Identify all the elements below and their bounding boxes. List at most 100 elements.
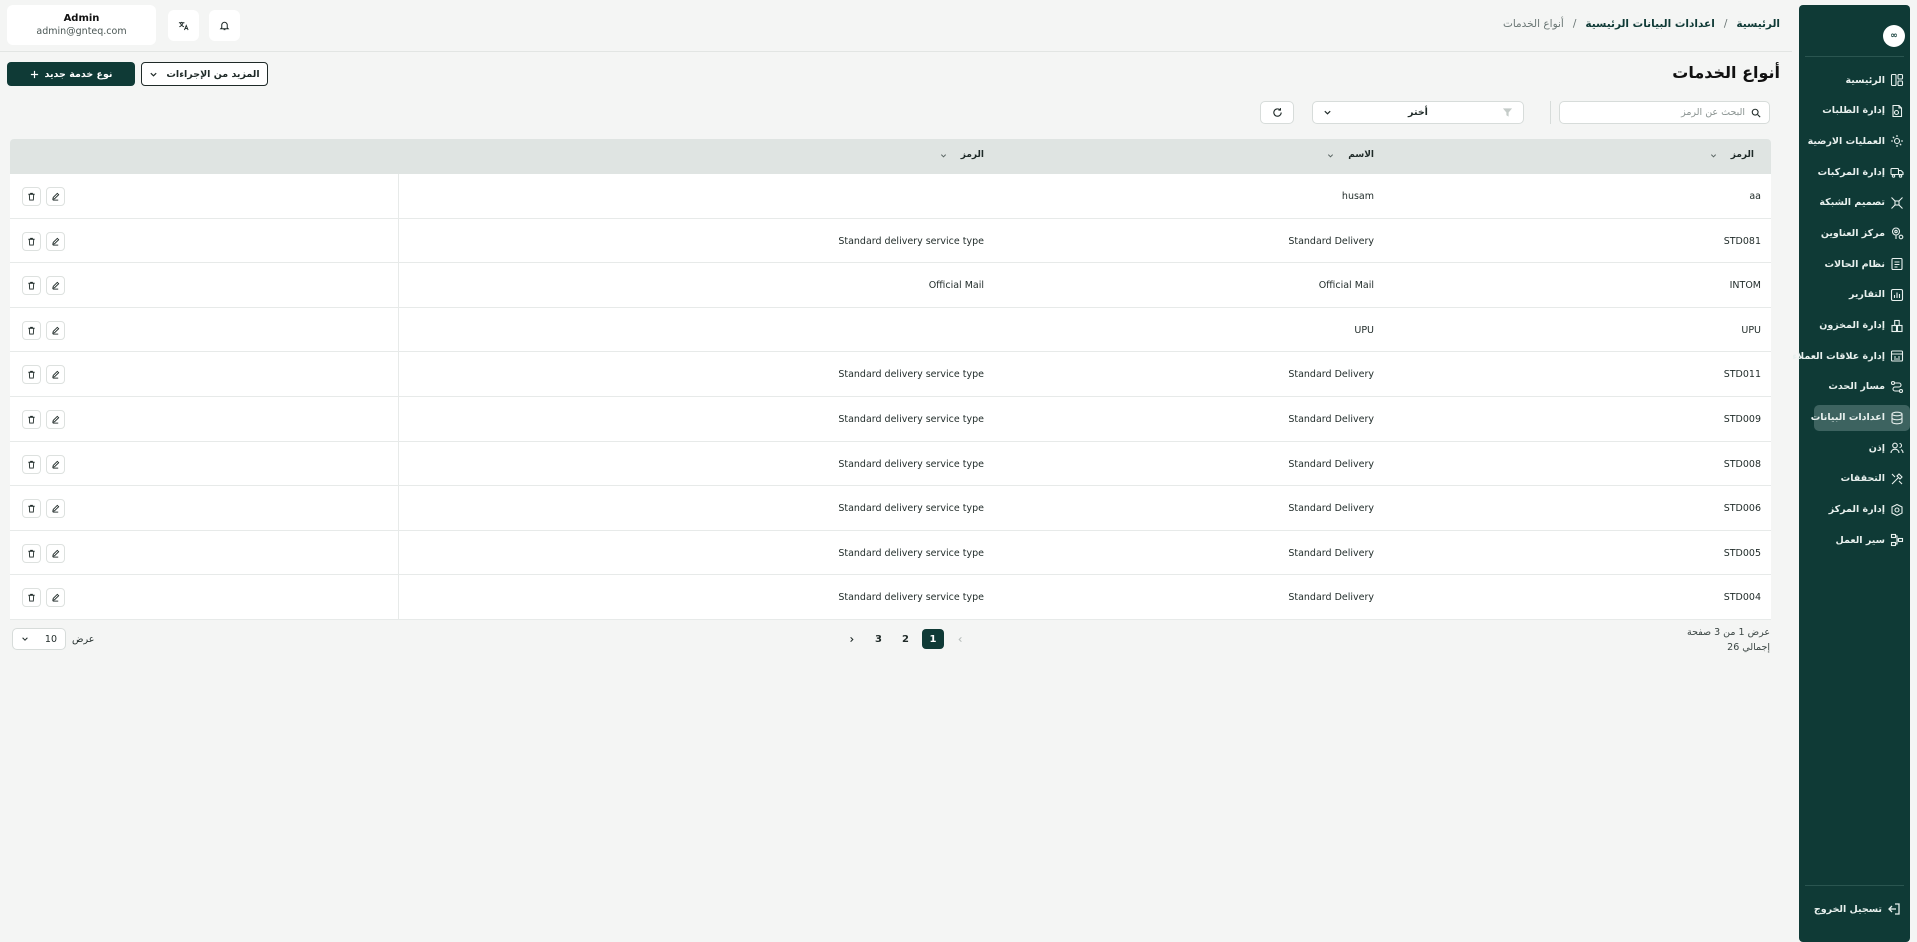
column-header-name[interactable]: الاسم bbox=[1327, 150, 1374, 160]
edit-button[interactable] bbox=[46, 187, 65, 206]
sidebar-item[interactable]: إذن bbox=[1814, 435, 1910, 461]
chevron-down-icon bbox=[22, 637, 28, 641]
sidebar-item-label: التحققات bbox=[1840, 473, 1885, 485]
logout-button[interactable]: تسجيل الخروج bbox=[1811, 898, 1907, 920]
pagination-page-info: عرض 1 من 3 صفحة bbox=[1686, 627, 1770, 638]
cell-code: STD009 bbox=[1723, 413, 1761, 425]
delete-button[interactable] bbox=[22, 588, 41, 608]
sort-icon bbox=[1710, 153, 1716, 157]
column-header-code[interactable]: الرمز bbox=[1710, 150, 1754, 160]
page-2-button[interactable]: 2 bbox=[892, 629, 919, 649]
edit-button[interactable] bbox=[46, 588, 65, 608]
delete-button[interactable] bbox=[22, 543, 41, 563]
column-divider bbox=[398, 263, 399, 307]
sidebar-item[interactable]: تصميم الشبكة bbox=[1814, 190, 1910, 216]
sidebar-item[interactable]: اعدادات البيانات bbox=[1811, 404, 1910, 431]
filter-select[interactable]: أختر bbox=[1312, 101, 1524, 124]
chevron-left-icon bbox=[958, 636, 962, 642]
language-button[interactable] bbox=[168, 10, 199, 41]
notifications-button[interactable] bbox=[209, 10, 240, 41]
edit-button[interactable] bbox=[46, 543, 65, 563]
edit-button[interactable] bbox=[46, 409, 65, 429]
cell-description: Standard delivery service type bbox=[838, 369, 984, 381]
column-divider bbox=[398, 307, 399, 352]
cell-name: Official Mail bbox=[1318, 280, 1374, 292]
sidebar-item[interactable]: إدارة المركبات bbox=[1814, 159, 1910, 185]
sidebar-item[interactable]: إدارة علاقات العملاء bbox=[1792, 343, 1910, 369]
column-header-description[interactable]: الرمز bbox=[940, 150, 984, 160]
sidebar-item[interactable]: العمليات الارضية bbox=[1808, 128, 1910, 154]
sidebar-item[interactable]: الرئيسية bbox=[1814, 67, 1910, 93]
pencil-icon bbox=[52, 460, 60, 469]
sidebar-item-label: إدارة علاقات العملاء bbox=[1792, 350, 1885, 362]
page-1-button[interactable]: 1 bbox=[922, 629, 944, 649]
delete-button[interactable] bbox=[22, 499, 41, 519]
column-divider bbox=[398, 352, 399, 396]
database-icon bbox=[1890, 411, 1904, 425]
user-email: admin@gnteq.com bbox=[36, 26, 127, 37]
sidebar-item[interactable]: إدارة المخزون bbox=[1814, 313, 1910, 339]
delete-button[interactable] bbox=[22, 320, 41, 340]
edit-button[interactable] bbox=[46, 365, 65, 385]
cell-name: Standard Delivery bbox=[1288, 592, 1374, 604]
sidebar-item[interactable]: التقارير bbox=[1814, 282, 1910, 308]
app-logo[interactable]: ∞ bbox=[1883, 25, 1905, 47]
column-divider bbox=[398, 575, 399, 619]
column-divider bbox=[398, 486, 399, 530]
more-actions-label: المزيد من الإجراءات bbox=[166, 68, 260, 80]
workflow-icon bbox=[1890, 533, 1904, 547]
delete-button[interactable] bbox=[22, 187, 41, 206]
cell-name: Standard Delivery bbox=[1288, 503, 1374, 515]
more-actions-button[interactable]: المزيد من الإجراءات bbox=[141, 62, 268, 86]
sidebar-divider-bottom bbox=[1805, 885, 1904, 886]
user-profile[interactable]: Admin admin@gnteq.com bbox=[7, 5, 156, 45]
next-page-button[interactable] bbox=[838, 629, 865, 649]
cell-code: STD008 bbox=[1723, 458, 1761, 470]
breadcrumb-home[interactable]: الرئيسية bbox=[1736, 18, 1780, 30]
search-input[interactable] bbox=[1575, 107, 1745, 118]
pencil-icon bbox=[52, 326, 60, 335]
orders-icon bbox=[1890, 104, 1904, 118]
delete-button[interactable] bbox=[22, 276, 41, 296]
sidebar-item[interactable]: مسار الحدث bbox=[1814, 374, 1910, 400]
edit-button[interactable] bbox=[46, 231, 65, 251]
edit-button[interactable] bbox=[46, 454, 65, 474]
sidebar: ∞ الرئيسية إدارة الطلبات العمليات الارضية إ… bbox=[1792, 5, 1910, 942]
edit-button[interactable] bbox=[46, 499, 65, 519]
per-page-label: عرض bbox=[72, 633, 95, 645]
delete-button[interactable] bbox=[22, 409, 41, 429]
column-header-description-label: الرمز bbox=[960, 150, 984, 160]
delete-button[interactable] bbox=[22, 454, 41, 474]
cell-name: UPU bbox=[1354, 324, 1374, 336]
trash-icon bbox=[28, 282, 35, 290]
sidebar-item[interactable]: إدارة المركز bbox=[1814, 497, 1910, 523]
breadcrumb-master-data[interactable]: اعدادات البيانات الرئيسية bbox=[1585, 18, 1714, 30]
delete-button[interactable] bbox=[22, 231, 41, 251]
cell-description: Standard delivery service type bbox=[838, 413, 984, 425]
refresh-button[interactable] bbox=[1260, 101, 1294, 124]
pagination: 3 2 1 bbox=[838, 629, 974, 649]
sidebar-item[interactable]: مركز العناوين bbox=[1814, 220, 1910, 246]
edit-button[interactable] bbox=[46, 320, 65, 340]
table-row: STD008 Standard Delivery Standard delivery… bbox=[10, 441, 1771, 487]
cell-code: STD004 bbox=[1723, 592, 1761, 604]
per-page-value: 10 bbox=[44, 633, 57, 645]
new-service-type-button[interactable]: نوع خدمة جديد bbox=[7, 62, 135, 86]
previous-page-button[interactable] bbox=[947, 629, 974, 649]
edit-button[interactable] bbox=[46, 276, 65, 296]
per-page-select[interactable]: 10 bbox=[12, 628, 66, 650]
logout-icon bbox=[1887, 902, 1901, 916]
chevron-right-icon bbox=[850, 636, 854, 642]
cell-code: STD006 bbox=[1723, 503, 1761, 515]
sidebar-item[interactable]: نظام الحالات bbox=[1814, 251, 1910, 277]
route-icon bbox=[1890, 380, 1904, 394]
sidebar-item[interactable]: إدارة الطلبات bbox=[1814, 98, 1910, 124]
cell-name: Standard Delivery bbox=[1288, 235, 1374, 247]
sidebar-item[interactable]: سير العمل bbox=[1814, 527, 1910, 553]
table-row: aa husam bbox=[10, 174, 1771, 219]
column-divider bbox=[398, 218, 399, 263]
network-icon bbox=[1890, 196, 1904, 210]
page-3-button[interactable]: 3 bbox=[865, 629, 892, 649]
delete-button[interactable] bbox=[22, 365, 41, 385]
sidebar-item[interactable]: التحققات bbox=[1814, 466, 1910, 492]
